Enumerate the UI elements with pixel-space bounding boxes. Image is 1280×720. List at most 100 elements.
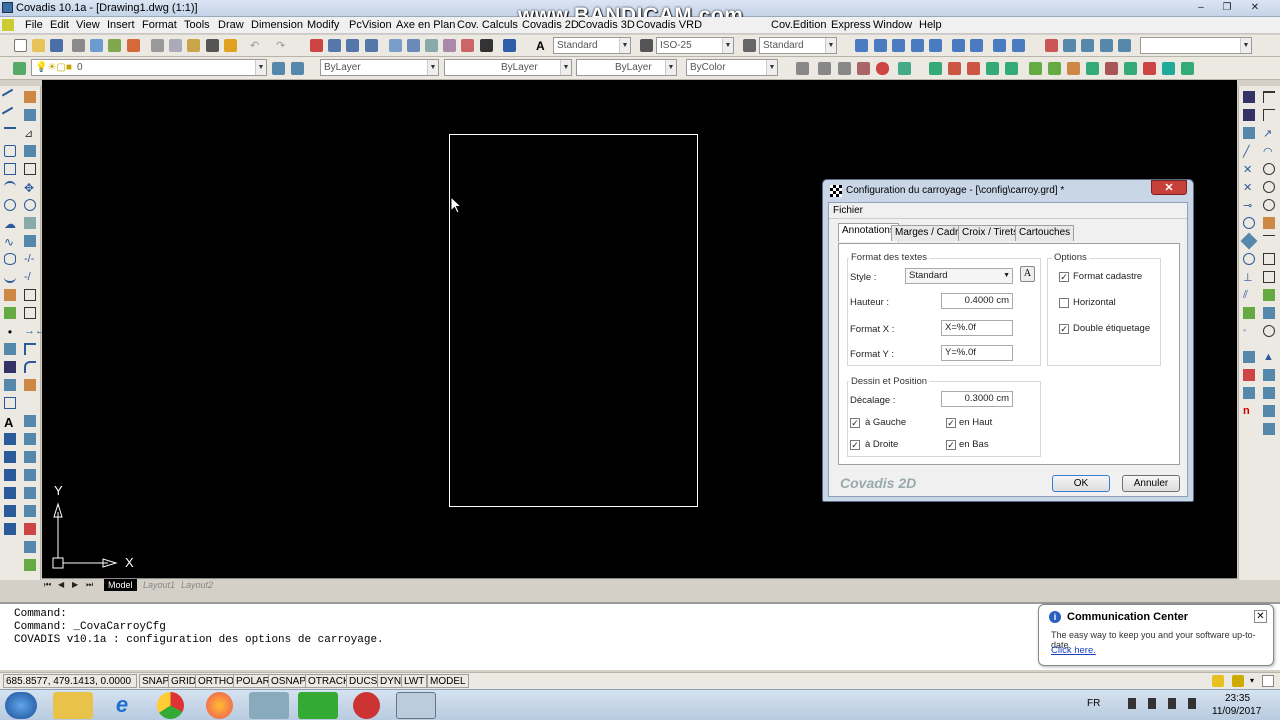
covadis-tool-icon[interactable]	[1086, 62, 1099, 75]
a-gauche-checkbox[interactable]: ✓	[850, 418, 860, 428]
menu-cov-calculs[interactable]: Cov. Calculs	[457, 19, 518, 31]
rectangle-icon[interactable]	[4, 163, 16, 175]
plot-preview-icon[interactable]	[90, 39, 103, 52]
multiline-text-icon[interactable]: A	[4, 415, 16, 430]
dimension-icon[interactable]	[1263, 91, 1275, 103]
dimension-icon[interactable]	[1263, 325, 1275, 337]
polygon-icon[interactable]	[4, 145, 16, 157]
tab-nav-next-icon[interactable]: ▶	[72, 580, 78, 589]
zoom-icon[interactable]	[1012, 39, 1025, 52]
internet-explorer-icon[interactable]: e	[102, 692, 142, 719]
markup-icon[interactable]	[461, 39, 474, 52]
menu-view[interactable]: View	[76, 19, 100, 31]
spline-icon[interactable]: ∿	[4, 235, 16, 249]
dim-style-select[interactable]: ISO-25 ▼	[656, 37, 734, 54]
cut-icon[interactable]	[151, 39, 164, 52]
snap-icon[interactable]	[1243, 253, 1255, 265]
ellipse-icon[interactable]	[4, 253, 16, 265]
break-icon[interactable]	[24, 289, 36, 301]
snap-icon[interactable]	[1243, 217, 1255, 229]
covadis-tool-icon[interactable]	[1067, 62, 1080, 75]
covadis-icon[interactable]	[24, 559, 36, 571]
covadis-icon[interactable]	[1263, 387, 1275, 399]
undo-icon[interactable]: ↶	[250, 39, 263, 52]
covadis-icon[interactable]	[24, 523, 36, 535]
tab-annotations[interactable]: Annotations	[838, 223, 899, 242]
layer-select[interactable]: 💡☀▢■ 0 ▼	[31, 59, 267, 76]
pan-icon[interactable]	[310, 39, 323, 52]
osnap-toggle[interactable]: OSNAP	[268, 674, 310, 688]
menu-fichier[interactable]: Fichier	[833, 205, 863, 216]
menu-insert[interactable]: Insert	[107, 19, 135, 31]
layer-manager-icon[interactable]	[13, 62, 26, 75]
menu-covadis-2d[interactable]: Covadis 2D	[522, 19, 579, 31]
insert-block-icon[interactable]	[4, 289, 16, 301]
snap-icon[interactable]: ✕	[1243, 163, 1255, 176]
dimension-icon[interactable]	[1243, 91, 1255, 103]
en-bas-checkbox[interactable]: ✓	[946, 440, 956, 450]
decalage-input[interactable]: 0.3000 cm	[941, 391, 1013, 407]
open-icon[interactable]	[32, 39, 45, 52]
trim-icon[interactable]: -/-	[24, 253, 36, 265]
mirror-icon[interactable]: ⊿	[24, 127, 36, 140]
properties-icon[interactable]	[389, 39, 402, 52]
dimension-icon[interactable]	[1263, 181, 1275, 193]
dimension-icon[interactable]: ↗	[1263, 127, 1275, 140]
fillet-icon[interactable]	[24, 361, 36, 373]
bandicam-icon[interactable]	[353, 692, 380, 719]
polar-toggle[interactable]: POLAR	[233, 674, 273, 688]
covadis-icon[interactable]	[24, 433, 36, 445]
circle-icon[interactable]	[4, 199, 16, 211]
style-select[interactable]: Standard ▼	[905, 268, 1013, 284]
scale-icon[interactable]	[24, 217, 36, 229]
language-indicator[interactable]: FR	[1087, 698, 1100, 709]
make-block-icon[interactable]	[4, 307, 16, 319]
covadis-icon[interactable]	[1243, 351, 1255, 363]
dialog-close-button[interactable]: ✕	[1151, 180, 1187, 195]
lineweight-select[interactable]: ByLayer ▼	[576, 59, 677, 76]
offset-icon[interactable]	[24, 145, 36, 157]
formatx-input[interactable]: X=%.0f	[941, 320, 1013, 336]
covadis-tool-icon[interactable]	[1124, 62, 1137, 75]
print-icon[interactable]	[72, 39, 85, 52]
covadis-icon[interactable]	[4, 487, 16, 499]
rotate-icon[interactable]	[24, 199, 36, 211]
covadis-tool-icon[interactable]	[1048, 62, 1061, 75]
3d-icon[interactable]	[838, 62, 851, 75]
tool-palettes-icon[interactable]	[425, 39, 438, 52]
covadis-tool-icon[interactable]	[1105, 62, 1118, 75]
snap-icon[interactable]: ⊸	[1243, 199, 1255, 212]
menu-express[interactable]: Express	[831, 19, 871, 31]
clock-date[interactable]: 11/09/2017	[1212, 706, 1261, 717]
tab-nav-first-icon[interactable]: ⏮	[44, 580, 51, 590]
dimension-icon[interactable]	[1263, 217, 1275, 229]
covadis-icon[interactable]	[4, 451, 16, 463]
copy-icon[interactable]	[24, 109, 36, 121]
ducs-toggle[interactable]: DUCS	[346, 674, 381, 688]
firefox-icon[interactable]	[206, 692, 233, 719]
app-icon[interactable]	[298, 692, 338, 719]
arc-icon[interactable]	[4, 181, 16, 193]
covadis-icon[interactable]	[24, 469, 36, 481]
covadis-taskbar-icon[interactable]	[396, 692, 436, 719]
dimension-icon[interactable]	[1263, 163, 1275, 175]
a-droite-checkbox[interactable]: ✓	[850, 440, 860, 450]
communication-center-icon[interactable]	[1212, 675, 1224, 687]
chamfer-icon[interactable]	[24, 343, 36, 355]
layer-previous-icon[interactable]	[291, 62, 304, 75]
line-icon[interactable]	[1, 88, 19, 106]
design-center-icon[interactable]	[407, 39, 420, 52]
help-icon[interactable]	[503, 39, 516, 52]
horizontal-checkbox[interactable]	[1059, 298, 1069, 308]
ellipse-arc-icon[interactable]	[4, 271, 16, 283]
tray-icon[interactable]	[1188, 698, 1196, 709]
menu-modify[interactable]: Modify	[307, 19, 339, 31]
zoom-icon[interactable]	[993, 39, 1006, 52]
annuler-button[interactable]: Annuler	[1122, 475, 1180, 492]
menu-format[interactable]: Format	[142, 19, 177, 31]
zoom-icon[interactable]	[874, 39, 887, 52]
zoom-icon[interactable]	[929, 39, 942, 52]
table-icon[interactable]	[4, 397, 16, 409]
zoom-realtime-icon[interactable]	[328, 39, 341, 52]
zoom-icon[interactable]	[911, 39, 924, 52]
